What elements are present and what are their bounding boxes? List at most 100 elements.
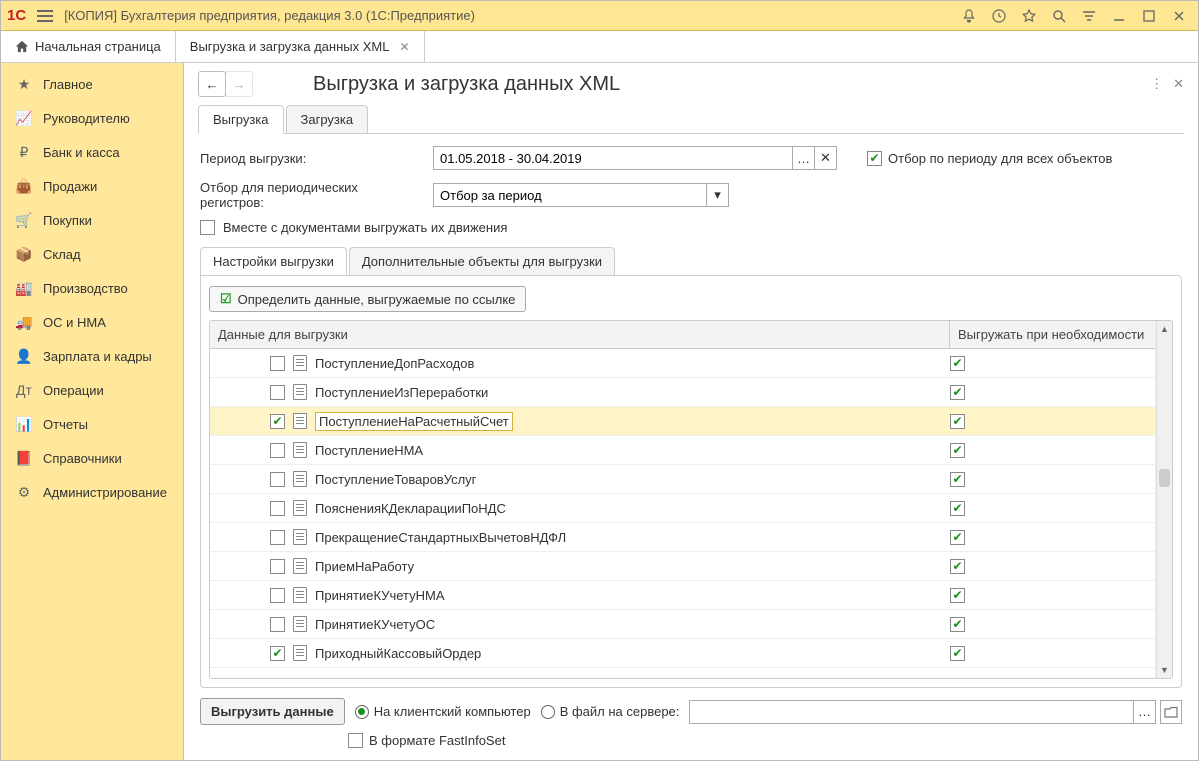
row-name: ПоступлениеИзПереработки <box>315 385 488 400</box>
sidebar-item-0[interactable]: ★Главное <box>1 67 183 101</box>
sidebar-item-5[interactable]: 📦Склад <box>1 237 183 271</box>
table-row[interactable]: ПоступлениеДопРасходов <box>210 349 1155 378</box>
document-icon <box>293 500 307 516</box>
table-row[interactable]: ПриходныйКассовыйОрдер <box>210 639 1155 668</box>
table-row[interactable]: ПоступлениеТоваровУслуг <box>210 465 1155 494</box>
box-icon: 📦 <box>15 245 33 263</box>
row-checkbox[interactable] <box>270 443 285 458</box>
grid-scrollbar[interactable]: ▲ ▼ <box>1156 321 1172 678</box>
table-row[interactable]: ПоступлениеИзПереработки <box>210 378 1155 407</box>
nav-tab-home[interactable]: Начальная страница <box>1 31 176 62</box>
period-picker-button[interactable]: … <box>793 146 815 170</box>
row-req-checkbox[interactable] <box>950 530 965 545</box>
sidebar-item-10[interactable]: 📊Отчеты <box>1 407 183 441</box>
row-checkbox[interactable] <box>270 414 285 429</box>
minimize-button[interactable] <box>1106 5 1132 27</box>
search-icon[interactable] <box>1046 5 1072 27</box>
reg-filter-select[interactable] <box>433 183 707 207</box>
tab-extra[interactable]: Дополнительные объекты для выгрузки <box>349 247 615 275</box>
radio-client[interactable] <box>355 705 369 719</box>
filter-icon[interactable] <box>1076 5 1102 27</box>
more-icon[interactable]: ⋮ <box>1150 76 1165 92</box>
tab-close-icon[interactable]: ✕ <box>399 40 409 54</box>
server-path-open[interactable] <box>1160 700 1182 724</box>
tab-settings[interactable]: Настройки выгрузки <box>200 247 347 275</box>
server-path-input[interactable] <box>689 700 1134 724</box>
chart-icon: 📈 <box>15 109 33 127</box>
detect-refs-button[interactable]: ☑ Определить данные, выгружаемые по ссыл… <box>209 286 526 312</box>
period-all-checkbox[interactable] <box>867 151 882 166</box>
radio-server[interactable] <box>541 705 555 719</box>
tab-export[interactable]: Выгрузка <box>198 105 284 134</box>
history-icon[interactable] <box>986 5 1012 27</box>
menu-icon[interactable] <box>34 5 56 27</box>
sidebar-item-6[interactable]: 🏭Производство <box>1 271 183 305</box>
row-req-checkbox[interactable] <box>950 472 965 487</box>
period-input[interactable] <box>433 146 793 170</box>
star-icon[interactable] <box>1016 5 1042 27</box>
row-checkbox[interactable] <box>270 385 285 400</box>
document-icon <box>293 355 307 371</box>
sidebar-item-4[interactable]: 🛒Покупки <box>1 203 183 237</box>
table-row[interactable]: ПринятиеКУчетуНМА <box>210 581 1155 610</box>
panel-close-icon[interactable]: ✕ <box>1173 76 1184 92</box>
page-title: Выгрузка и загрузка данных XML <box>313 73 620 96</box>
row-req-checkbox[interactable] <box>950 559 965 574</box>
col-data[interactable]: Данные для выгрузки <box>210 321 950 348</box>
document-icon <box>293 645 307 661</box>
scroll-up-icon[interactable]: ▲ <box>1157 321 1172 337</box>
row-req-checkbox[interactable] <box>950 414 965 429</box>
row-req-checkbox[interactable] <box>950 646 965 661</box>
sidebar-item-1[interactable]: 📈Руководителю <box>1 101 183 135</box>
sidebar-item-label: Продажи <box>43 179 97 194</box>
export-button[interactable]: Выгрузить данные <box>200 698 345 725</box>
row-checkbox[interactable] <box>270 356 285 371</box>
sidebar-item-9[interactable]: ДтОперации <box>1 373 183 407</box>
row-checkbox[interactable] <box>270 501 285 516</box>
row-req-checkbox[interactable] <box>950 588 965 603</box>
scroll-thumb[interactable] <box>1159 469 1170 487</box>
table-row[interactable]: ПоясненияКДекларацииПоНДС <box>210 494 1155 523</box>
row-name: ПринятиеКУчетуНМА <box>315 588 445 603</box>
table-row[interactable]: ПоступлениеНМА <box>210 436 1155 465</box>
person-icon: 👤 <box>15 347 33 365</box>
close-button[interactable] <box>1166 5 1192 27</box>
row-req-checkbox[interactable] <box>950 617 965 632</box>
nav-forward-button[interactable]: → <box>225 71 253 97</box>
bell-icon[interactable] <box>956 5 982 27</box>
row-checkbox[interactable] <box>270 559 285 574</box>
nav-tab-xml[interactable]: Выгрузка и загрузка данных XML ✕ <box>176 31 425 62</box>
row-req-checkbox[interactable] <box>950 385 965 400</box>
row-checkbox[interactable] <box>270 588 285 603</box>
sidebar-item-7[interactable]: 🚚ОС и НМА <box>1 305 183 339</box>
row-checkbox[interactable] <box>270 472 285 487</box>
row-checkbox[interactable] <box>270 530 285 545</box>
table-row[interactable]: ПрекращениеСтандартныхВычетовНДФЛ <box>210 523 1155 552</box>
reg-filter-dropdown-icon[interactable]: ▾ <box>707 183 729 207</box>
period-clear-button[interactable]: ✕ <box>815 146 837 170</box>
row-checkbox[interactable] <box>270 646 285 661</box>
sidebar-item-2[interactable]: ₽Банк и касса <box>1 135 183 169</box>
server-path-browse[interactable]: … <box>1134 700 1156 724</box>
tab-import[interactable]: Загрузка <box>286 105 369 133</box>
col-required[interactable]: Выгружать при необходимости <box>950 321 1155 348</box>
scroll-down-icon[interactable]: ▼ <box>1157 662 1172 678</box>
sidebar-item-3[interactable]: 👜Продажи <box>1 169 183 203</box>
maximize-button[interactable] <box>1136 5 1162 27</box>
sidebar-item-8[interactable]: 👤Зарплата и кадры <box>1 339 183 373</box>
sidebar-item-12[interactable]: ⚙Администрирование <box>1 475 183 509</box>
nav-back-button[interactable]: ← <box>198 71 226 97</box>
with-movements-checkbox[interactable] <box>200 220 215 235</box>
sidebar-item-11[interactable]: 📕Справочники <box>1 441 183 475</box>
table-row[interactable]: ПоступлениеНаРасчетныйСчет <box>210 407 1155 436</box>
period-label: Период выгрузки: <box>200 151 425 166</box>
sidebar: ★Главное📈Руководителю₽Банк и касса👜Прода… <box>1 63 184 760</box>
table-row[interactable]: ПриемНаРаботу <box>210 552 1155 581</box>
table-row[interactable]: ПринятиеКУчетуОС <box>210 610 1155 639</box>
period-all-label: Отбор по периоду для всех объектов <box>888 151 1112 166</box>
row-req-checkbox[interactable] <box>950 501 965 516</box>
row-checkbox[interactable] <box>270 617 285 632</box>
row-req-checkbox[interactable] <box>950 356 965 371</box>
fastinfoset-checkbox[interactable] <box>348 733 363 748</box>
row-req-checkbox[interactable] <box>950 443 965 458</box>
